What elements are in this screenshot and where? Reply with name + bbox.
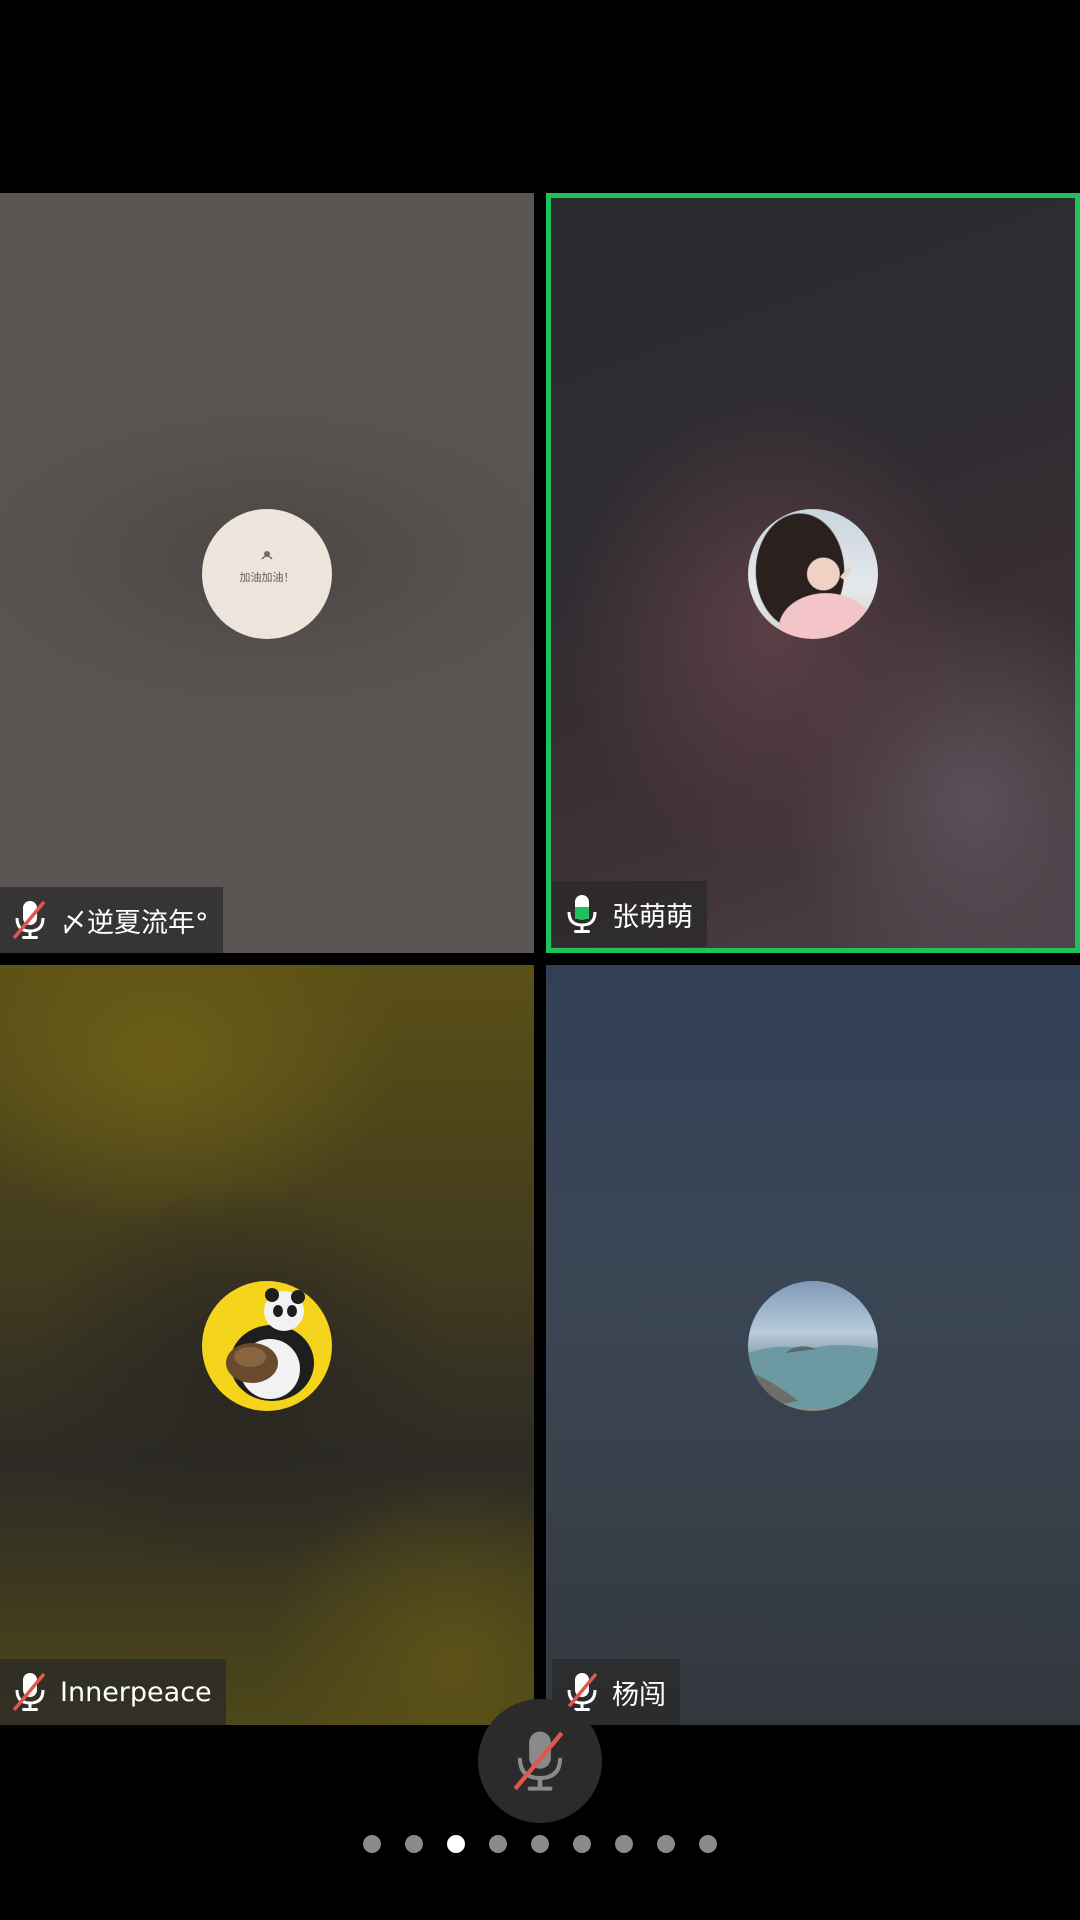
mic-muted-icon [12,1672,46,1712]
page-indicator [0,1835,1080,1853]
video-call-screen: 加油加油！ 〆逆夏流年° 张萌萌 Innerpeace 杨闯 [0,0,1080,1920]
mic-muted-icon [513,1731,564,1791]
participant-name: 杨闯 [612,1679,666,1711]
page-dot[interactable] [489,1835,507,1853]
avatar-photo-icon [840,567,852,580]
participant-name-tag: 〆逆夏流年° [0,887,223,953]
page-dot[interactable] [531,1835,549,1853]
avatar-panda-icon [226,1288,314,1401]
participant-avatar: 加油加油！ [202,509,332,639]
participant-name: 张萌萌 [612,901,693,933]
participant-tile-1[interactable]: 加油加油！ 〆逆夏流年° [0,193,534,953]
page-dot[interactable] [363,1835,381,1853]
participant-name-tag: 张萌萌 [552,881,707,947]
participant-avatar [748,509,878,639]
avatar-caption: 加油加油！ [239,571,295,584]
page-dot[interactable] [615,1835,633,1853]
page-dot[interactable] [657,1835,675,1853]
participant-tile-3[interactable]: Innerpeace [0,965,534,1725]
page-dot[interactable] [405,1835,423,1853]
page-dot[interactable] [573,1835,591,1853]
participant-name: Innerpeace [60,1676,212,1708]
participant-tile-2[interactable]: 张萌萌 [546,193,1080,953]
participant-name: 〆逆夏流年° [60,907,209,939]
avatar-seascape-icon [748,1345,878,1411]
mic-speaking-icon [567,895,597,933]
page-dot-active[interactable] [447,1835,465,1853]
participant-name-tag: Innerpeace [0,1659,226,1725]
mic-muted-icon [12,900,46,940]
mic-toggle-button[interactable] [478,1699,602,1823]
participant-avatar [748,1281,878,1411]
participant-tile-4[interactable]: 杨闯 [546,965,1080,1725]
participant-avatar [202,1281,332,1411]
page-dot[interactable] [699,1835,717,1853]
